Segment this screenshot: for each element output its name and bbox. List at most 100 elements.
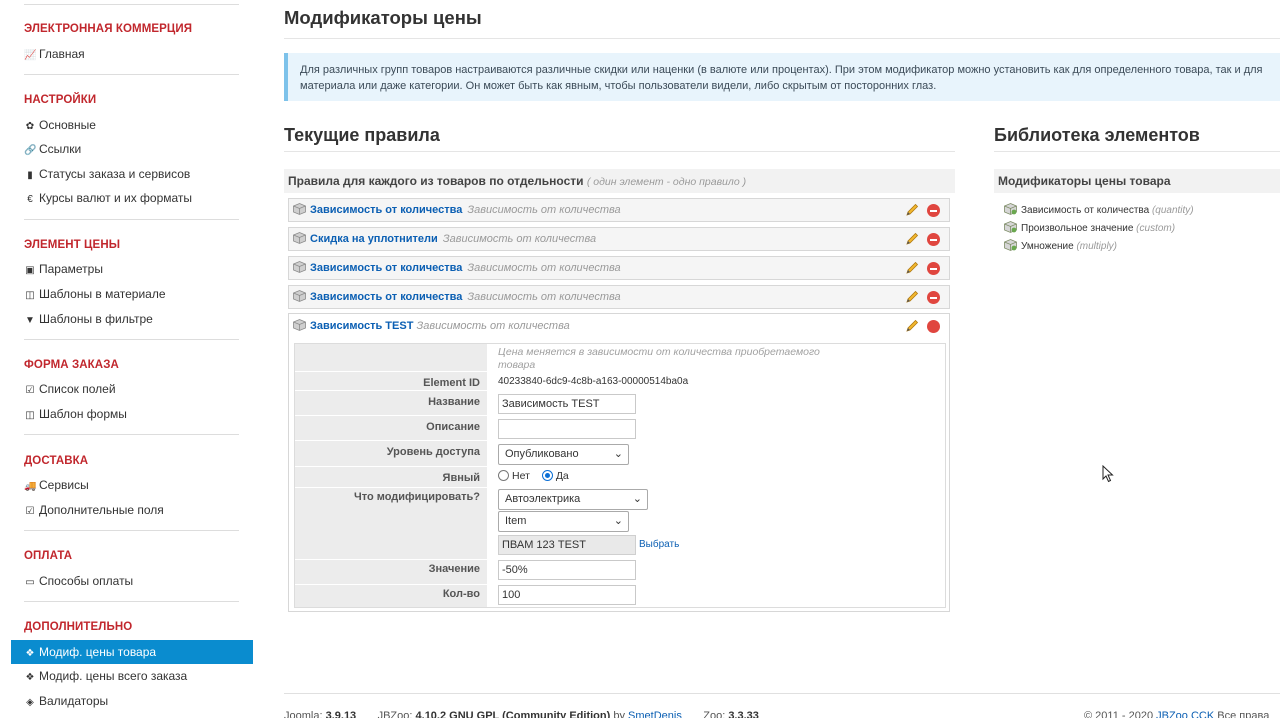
sidebar-section-price-element: ЭЛЕМЕНТ ЦЕНЫ — [24, 239, 121, 251]
rule-row[interactable]: Зависимость от количества Зависимость от… — [288, 285, 950, 309]
rule-expanded-header[interactable]: Зависимость TEST Зависимость от количест… — [289, 314, 949, 341]
explicit-yes-radio[interactable] — [541, 470, 553, 481]
pencil-icon[interactable] — [905, 318, 919, 334]
page-title: Модификаторы цены — [284, 7, 482, 28]
sidebar-divider — [24, 219, 239, 220]
cube-icon: ◈ — [26, 697, 34, 708]
form-row-divider — [295, 466, 487, 467]
cube-icon — [293, 232, 306, 244]
rule-name[interactable]: Зависимость от количества — [310, 204, 462, 216]
current-rules-divider — [284, 151, 955, 152]
sidebar-item-parameters[interactable]: ▣ Параметры — [24, 262, 103, 276]
description-input[interactable] — [498, 419, 636, 439]
library-divider — [994, 151, 1280, 152]
current-rules-heading: Текущие правила — [284, 125, 440, 145]
rule-name[interactable]: Зависимость TEST — [310, 320, 413, 332]
jbzoo-link[interactable]: JBZoo CCK — [1156, 710, 1214, 718]
cubes-icon — [1004, 221, 1017, 233]
form-row-divider — [295, 371, 487, 372]
description-label: Описание — [426, 421, 480, 433]
sidebar-item-currencies[interactable]: € Курсы валют и их форматы — [24, 191, 192, 205]
explicit-radio-group: Нет Да — [498, 470, 569, 482]
rule-row[interactable]: Зависимость от количества Зависимость от… — [288, 256, 950, 280]
sidebar-section-delivery: ДОСТАВКА — [24, 455, 89, 467]
rule-expanded: Зависимость TEST Зависимость от количест… — [288, 313, 950, 612]
quantity-label: Кол-во — [442, 588, 480, 600]
sidebar-item-general[interactable]: ✿ Основные — [24, 118, 96, 132]
explicit-no-radio[interactable] — [498, 470, 509, 481]
sidebar-divider — [24, 530, 239, 531]
sidebar-item-home[interactable]: 📈 Главная — [24, 47, 85, 61]
access-level-select[interactable]: Опубликовано ⌄ — [498, 444, 629, 465]
modify-category-select[interactable]: Автоэлектрика ⌄ — [498, 489, 648, 510]
rule-name[interactable]: Зависимость от количества — [310, 291, 462, 303]
checkbox-icon: ☑ — [25, 385, 35, 396]
rule-row[interactable]: Скидка на уплотнители Зависимость от кол… — [288, 227, 950, 251]
pencil-icon[interactable] — [905, 231, 919, 247]
filter-icon: ▼ — [25, 315, 35, 326]
value-input[interactable]: -50% — [498, 560, 636, 580]
footer-divider — [284, 693, 1280, 694]
sidebar-divider — [24, 339, 239, 340]
rule-name[interactable]: Скидка на уплотнители — [310, 233, 438, 245]
info-text-line-1: Для различных групп товаров настраиваютс… — [300, 64, 1263, 76]
modify-item-input: ПВАМ 123 TEST — [498, 535, 636, 555]
pencil-icon[interactable] — [905, 202, 919, 218]
library-item[interactable]: Произвольное значение (custom) — [1004, 221, 1175, 234]
quantity-input[interactable]: 100 — [498, 585, 636, 605]
library-bar: Модификаторы цены товара — [994, 169, 1280, 193]
checkbox-icon: ☑ — [25, 506, 35, 517]
delete-icon[interactable] — [927, 291, 940, 304]
rule-name[interactable]: Зависимость от количества — [310, 262, 462, 274]
sidebar-item-links[interactable]: 🔗 Ссылки — [24, 142, 81, 156]
chart-line-icon: 📈 — [24, 50, 37, 61]
library-heading: Библиотека элементов — [994, 125, 1200, 145]
sidebar-item-item-price-modifiers[interactable]: ❖ Модиф. цены товара — [11, 640, 253, 664]
rule-form: Цена меняется в зависимости от количеств… — [294, 343, 946, 608]
sidebar-divider — [24, 434, 239, 435]
value-label: Значение — [428, 563, 480, 575]
sidebar-item-payment-methods[interactable]: ▭ Способы оплаты — [24, 574, 133, 588]
money-icon: ▣ — [25, 265, 35, 276]
library-item[interactable]: Умножение (multiply) — [1004, 239, 1117, 252]
euro-icon: € — [27, 194, 33, 205]
delete-icon[interactable] — [927, 233, 940, 246]
rule-desc: Зависимость от количества — [442, 233, 597, 245]
delete-icon[interactable] — [927, 320, 940, 333]
form-row-divider — [295, 584, 487, 585]
pencil-icon[interactable] — [905, 260, 919, 276]
sidebar-section-payment: ОПЛАТА — [24, 550, 73, 562]
rules-bar-title: Правила для каждого из товаров по отдель… — [288, 174, 584, 188]
rule-help-text: Цена меняется в зависимости от количеств… — [498, 346, 820, 371]
sidebar-item-field-list[interactable]: ☑ Список полей — [24, 382, 116, 396]
footer-versions: Joomla: 3.9.13 JBZoo: 4.10.2 GNU GPL (Co… — [284, 710, 759, 718]
name-input[interactable]: Зависимость TEST — [498, 394, 636, 414]
sidebar-item-order-statuses[interactable]: ▮ Статусы заказа и сервисов — [24, 167, 190, 181]
form-row-divider — [295, 390, 487, 391]
sidebar-item-extra-fields[interactable]: ☑ Дополнительные поля — [24, 503, 164, 517]
explicit-no-label: Нет — [512, 470, 530, 482]
library-item[interactable]: Зависимость от количества (quantity) — [1004, 203, 1194, 216]
modify-type-select[interactable]: Item ⌄ — [498, 511, 629, 532]
sidebar-item-templates-filter[interactable]: ▼ Шаблоны в фильтре — [24, 312, 153, 326]
author-link[interactable]: SmetDenis — [628, 710, 682, 718]
rule-row[interactable]: Зависимость от количества Зависимость от… — [288, 198, 950, 222]
name-label: Название — [428, 396, 480, 408]
delete-icon[interactable] — [927, 262, 940, 275]
sidebar-item-form-template[interactable]: ◫ Шаблон формы — [24, 407, 127, 421]
sidebar-item-validators[interactable]: ◈ Валидаторы — [24, 694, 108, 708]
choose-link[interactable]: Выбрать — [639, 539, 679, 550]
info-box: Для различных групп товаров настраиваютс… — [284, 53, 1280, 101]
mouse-cursor-icon — [1102, 465, 1114, 483]
sidebar-section-ecommerce: ЭЛЕКТРОННАЯ КОММЕРЦИЯ — [24, 23, 193, 35]
delete-icon[interactable] — [927, 204, 940, 217]
pencil-icon[interactable] — [905, 289, 919, 305]
cubes-icon — [1004, 239, 1017, 251]
sidebar-item-order-price-modifiers[interactable]: ❖ Модиф. цены всего заказа — [24, 669, 188, 683]
sidebar-item-services[interactable]: 🚚 Сервисы — [24, 478, 89, 492]
link-icon: 🔗 — [24, 145, 37, 156]
sidebar-section-order-form: ФОРМА ЗАКАЗА — [24, 359, 119, 371]
form-row-divider — [295, 487, 487, 488]
sidebar-item-templates-material[interactable]: ◫ Шаблоны в материале — [24, 287, 165, 301]
cube-icon — [293, 203, 306, 215]
